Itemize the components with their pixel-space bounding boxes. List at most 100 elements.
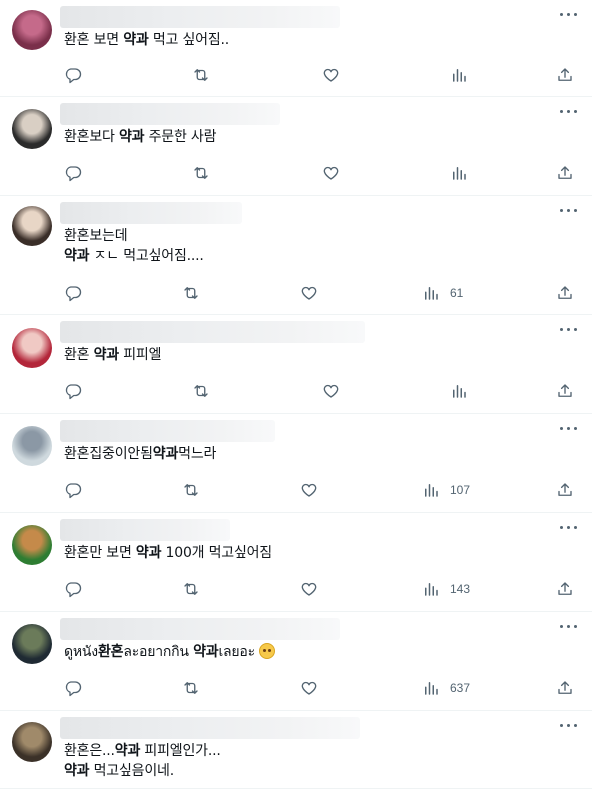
more-dot — [567, 110, 570, 113]
tweet-item[interactable]: 환혼 약과 피피엘 — [0, 315, 592, 414]
retweet-icon — [192, 164, 210, 182]
retweet-button[interactable] — [182, 283, 200, 303]
more-icon[interactable] — [560, 327, 578, 333]
text-segment: 먹고 싶어짐.. — [148, 32, 230, 48]
tweet-item[interactable]: 환혼은...약과 피피엘인가... 약과 먹고싶음이네. — [0, 711, 592, 789]
reply-button[interactable] — [64, 480, 82, 500]
more-dot — [567, 526, 570, 529]
like-button[interactable] — [300, 283, 318, 303]
bold-keyword: 약과 — [114, 743, 141, 759]
share-button[interactable] — [556, 480, 574, 500]
share-button[interactable] — [556, 163, 574, 183]
more-icon[interactable] — [560, 12, 578, 18]
like-button[interactable] — [322, 381, 340, 401]
share-button[interactable] — [556, 678, 574, 698]
reply-button[interactable] — [64, 381, 82, 401]
reply-button[interactable] — [64, 163, 82, 183]
reply-button[interactable] — [64, 65, 82, 85]
action-bar: 637 — [0, 678, 592, 698]
more-dot — [560, 427, 563, 430]
view-count: 61 — [450, 286, 464, 300]
like-button[interactable] — [300, 480, 318, 500]
more-dot — [560, 13, 563, 16]
tweet-item[interactable]: ดูหนัง환혼ละอยากกิน 약과เลยอะ 637 — [0, 612, 592, 711]
views-icon — [422, 679, 440, 697]
tweet-text-line: 환혼 보면 약과 먹고 싶어짐.. — [64, 30, 229, 50]
more-dot — [574, 427, 577, 430]
more-icon[interactable] — [560, 525, 578, 531]
avatar[interactable] — [12, 10, 52, 50]
reply-button[interactable] — [64, 283, 82, 303]
retweet-button[interactable] — [192, 163, 210, 183]
reply-button[interactable] — [64, 678, 82, 698]
like-icon — [300, 580, 318, 598]
avatar[interactable] — [12, 525, 52, 565]
views-button[interactable] — [450, 65, 468, 85]
tweet-text: 환혼보는데 약과 ㅈㄴ 먹고싶어짐.... — [64, 226, 204, 266]
retweet-button[interactable] — [192, 381, 210, 401]
share-button[interactable] — [556, 579, 574, 599]
text-segment: 100개 먹고싶어짐 — [161, 545, 273, 561]
text-segment: 피피엘인가... — [140, 743, 221, 759]
retweet-button[interactable] — [192, 65, 210, 85]
share-button[interactable] — [556, 65, 574, 85]
tweet-item[interactable]: 환혼집중이안됨약과먹느라 107 — [0, 414, 592, 513]
tweet-item[interactable]: 환혼보는데 약과 ㅈㄴ 먹고싶어짐.... 61 — [0, 196, 592, 315]
views-button[interactable]: 61 — [422, 283, 463, 303]
more-icon[interactable] — [560, 109, 578, 115]
more-dot — [574, 209, 577, 212]
tweet-item[interactable]: 환혼보다 약과 주문한 사람 — [0, 97, 592, 196]
avatar[interactable] — [12, 722, 52, 762]
share-button[interactable] — [556, 381, 574, 401]
more-dot — [574, 526, 577, 529]
more-dot — [567, 209, 570, 212]
avatar[interactable] — [12, 109, 52, 149]
more-icon[interactable] — [560, 208, 578, 214]
views-button[interactable]: 637 — [422, 678, 470, 698]
like-icon — [300, 679, 318, 697]
views-icon — [450, 66, 468, 84]
text-segment: เลยอะ — [218, 644, 260, 660]
avatar[interactable] — [12, 624, 52, 664]
like-button[interactable] — [322, 65, 340, 85]
bold-keyword: 약과 — [118, 129, 145, 145]
more-dot — [574, 110, 577, 113]
more-icon[interactable] — [560, 426, 578, 432]
more-icon[interactable] — [560, 723, 578, 729]
share-icon — [556, 164, 574, 182]
text-segment: ละอยากกิน — [123, 644, 194, 660]
views-button[interactable]: 107 — [422, 480, 470, 500]
tweet-text-line: 환혼보는데 — [64, 226, 204, 246]
avatar[interactable] — [12, 426, 52, 466]
like-button[interactable] — [322, 163, 340, 183]
reply-icon — [64, 66, 82, 84]
action-bar: 61 — [0, 283, 592, 303]
views-icon — [422, 481, 440, 499]
more-dot — [574, 13, 577, 16]
like-button[interactable] — [300, 579, 318, 599]
more-icon[interactable] — [560, 624, 578, 630]
like-icon — [300, 481, 318, 499]
share-button[interactable] — [556, 283, 574, 303]
retweet-button[interactable] — [182, 579, 200, 599]
retweet-button[interactable] — [182, 480, 200, 500]
tweet-text: 환혼집중이안됨약과먹느라 — [64, 444, 216, 464]
blurred-username — [60, 202, 242, 224]
view-count: 637 — [450, 681, 471, 695]
tweet-item[interactable]: 환혼 보면 약과 먹고 싶어짐.. — [0, 0, 592, 97]
blurred-username — [60, 321, 365, 343]
reply-button[interactable] — [64, 579, 82, 599]
tweet-item[interactable]: 환혼만 보면 약과 100개 먹고싶어짐 143 — [0, 513, 592, 612]
views-button[interactable]: 143 — [422, 579, 470, 599]
text-segment: 피피엘 — [119, 347, 162, 363]
tweet-text-line: 환혼은...약과 피피엘인가... — [64, 741, 221, 761]
avatar[interactable] — [12, 328, 52, 368]
avatar[interactable] — [12, 206, 52, 246]
more-dot — [560, 625, 563, 628]
views-button[interactable] — [450, 163, 468, 183]
like-button[interactable] — [300, 678, 318, 698]
views-button[interactable] — [450, 381, 468, 401]
tweet-text-line: ดูหนัง환혼ละอยากกิน 약과เลยอะ — [64, 642, 276, 662]
text-segment: 주문한 사람 — [144, 129, 217, 145]
retweet-button[interactable] — [182, 678, 200, 698]
